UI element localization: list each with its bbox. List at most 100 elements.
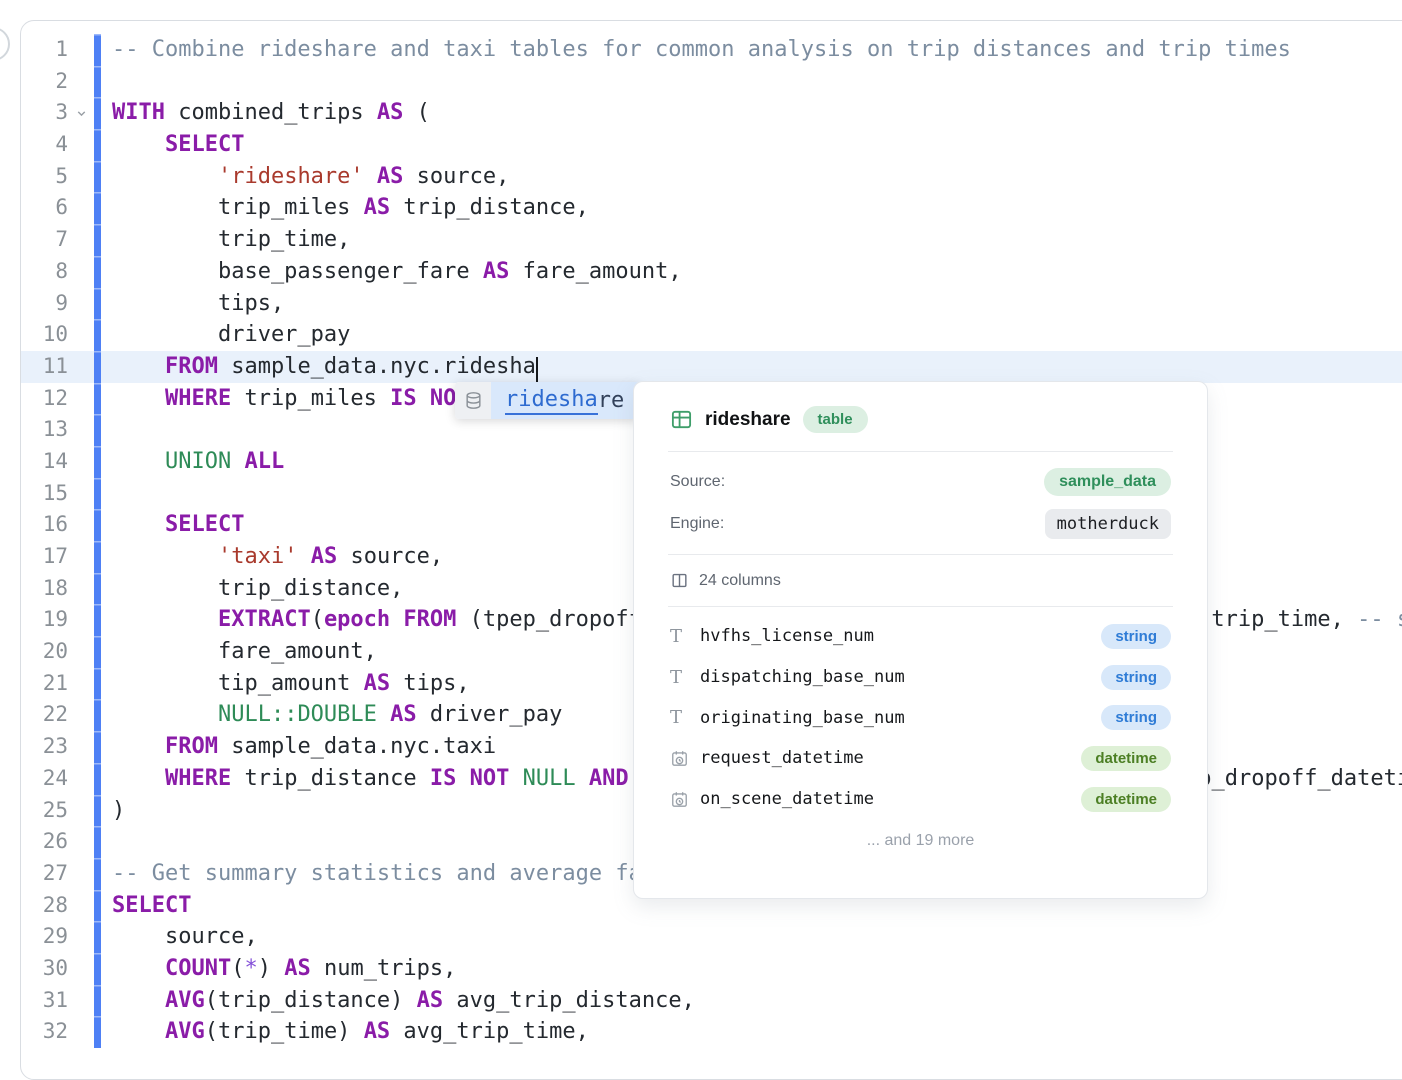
column-row: Thvfhs_license_numstring (670, 616, 1171, 657)
fold-gutter (68, 414, 94, 446)
column-type-badge: string (1101, 705, 1171, 730)
change-indicator-bar (94, 636, 101, 668)
fold-gutter (68, 985, 94, 1017)
change-indicator-bar (94, 731, 101, 763)
fold-gutter (68, 921, 94, 953)
change-indicator-bar (94, 985, 101, 1017)
fold-gutter (68, 573, 94, 605)
fold-gutter (68, 256, 94, 288)
text-type-icon: T (670, 626, 700, 647)
change-indicator-bar (94, 446, 101, 478)
code-text[interactable]: trip_time, (101, 224, 1402, 256)
fold-gutter (68, 604, 94, 636)
fold-gutter (68, 161, 94, 193)
autocomplete-matched-text: ridesha (505, 387, 598, 415)
line-number: 17 (21, 541, 68, 573)
line-number: 7 (21, 224, 68, 256)
line-number: 31 (21, 985, 68, 1017)
line-number: 15 (21, 478, 68, 510)
line-number: 24 (21, 763, 68, 795)
fold-gutter (68, 826, 94, 858)
code-text[interactable]: base_passenger_fare AS fare_amount, (101, 256, 1402, 288)
code-line-5[interactable]: 5 'rideshare' AS source, (21, 161, 1402, 193)
change-indicator-bar (94, 256, 101, 288)
fold-gutter (68, 446, 94, 478)
fold-gutter (68, 509, 94, 541)
text-type-icon: T (670, 707, 700, 728)
calendar-clock-icon (670, 790, 700, 809)
engine-label: Engine: (670, 515, 724, 533)
code-line-30[interactable]: 30 COUNT(*) AS num_trips, (21, 953, 1402, 985)
code-line-9[interactable]: 9 tips, (21, 288, 1402, 320)
code-line-31[interactable]: 31 AVG(trip_distance) AS avg_trip_distan… (21, 985, 1402, 1017)
fold-gutter (68, 953, 94, 985)
code-text[interactable]: 'rideshare' AS source, (101, 161, 1402, 193)
fold-gutter (68, 731, 94, 763)
line-number: 8 (21, 256, 68, 288)
calendar-clock-icon (670, 749, 700, 768)
code-line-7[interactable]: 7 trip_time, (21, 224, 1402, 256)
line-number: 1 (21, 34, 68, 66)
source-value-badge: sample_data (1044, 468, 1171, 496)
code-line-4[interactable]: 4 SELECT (21, 129, 1402, 161)
columns-count-row: 24 columns (634, 555, 1207, 606)
code-text[interactable]: WITH combined_trips AS ( (101, 97, 1402, 129)
code-text[interactable]: SELECT (101, 129, 1402, 161)
code-text[interactable]: AVG(trip_distance) AS avg_trip_distance, (101, 985, 1402, 1017)
change-indicator-bar (94, 319, 101, 351)
fold-gutter (68, 224, 94, 256)
code-text[interactable]: FROM sample_data.nyc.ridesha (101, 351, 1402, 383)
code-text[interactable]: COUNT(*) AS num_trips, (101, 953, 1402, 985)
change-indicator-bar (94, 383, 101, 415)
columns-count-label: 24 columns (699, 572, 781, 590)
fold-gutter (68, 1016, 94, 1048)
column-row: Toriginating_base_numstring (670, 697, 1171, 738)
line-number: 16 (21, 509, 68, 541)
code-line-8[interactable]: 8 base_passenger_fare AS fare_amount, (21, 256, 1402, 288)
source-row: Source: sample_data (670, 461, 1171, 503)
line-number: 30 (21, 953, 68, 985)
line-number: 27 (21, 858, 68, 890)
change-indicator-bar (94, 890, 101, 922)
change-indicator-bar (94, 509, 101, 541)
code-line-10[interactable]: 10 driver_pay (21, 319, 1402, 351)
autocomplete-popup[interactable]: rideshare (455, 382, 640, 419)
column-type-badge: datetime (1081, 746, 1171, 771)
code-text[interactable]: -- Combine rideshare and taxi tables for… (101, 34, 1402, 66)
change-indicator-bar (94, 161, 101, 193)
code-text[interactable]: trip_miles AS trip_distance, (101, 192, 1402, 224)
chevron-down-icon[interactable] (68, 97, 94, 129)
code-line-3[interactable]: 3WITH combined_trips AS ( (21, 97, 1402, 129)
autocomplete-item-rideshare[interactable]: rideshare (491, 382, 640, 419)
change-indicator-bar (94, 414, 101, 446)
code-line-11[interactable]: 11 FROM sample_data.nyc.ridesha (21, 351, 1402, 383)
code-line-1[interactable]: 1 -- Combine rideshare and taxi tables fo… (21, 34, 1402, 66)
change-indicator-bar (94, 66, 101, 98)
code-line-29[interactable]: 29 source, (21, 921, 1402, 953)
line-number: 4 (21, 129, 68, 161)
code-line-2[interactable]: 2 (21, 66, 1402, 98)
line-number: 9 (21, 288, 68, 320)
code-text[interactable]: tips, (101, 288, 1402, 320)
floating-button-partial[interactable] (0, 27, 10, 61)
code-text[interactable]: AVG(trip_time) AS avg_trip_time, (101, 1016, 1402, 1048)
column-name: originating_base_num (700, 708, 1101, 728)
code-text[interactable] (101, 66, 1402, 98)
change-indicator-bar (94, 795, 101, 827)
line-number: 12 (21, 383, 68, 415)
code-line-6[interactable]: 6 trip_miles AS trip_distance, (21, 192, 1402, 224)
line-number: 23 (21, 731, 68, 763)
line-number: 6 (21, 192, 68, 224)
fold-gutter (68, 763, 94, 795)
change-indicator-bar (94, 858, 101, 890)
table-icon (670, 408, 693, 431)
fold-gutter (68, 699, 94, 731)
change-indicator-bar (94, 129, 101, 161)
change-indicator-bar (94, 97, 101, 129)
code-line-32[interactable]: 32 AVG(trip_time) AS avg_trip_time, (21, 1016, 1402, 1048)
code-text[interactable]: driver_pay (101, 319, 1402, 351)
line-number: 21 (21, 668, 68, 700)
code-text[interactable]: source, (101, 921, 1402, 953)
fold-gutter (68, 858, 94, 890)
change-indicator-bar (94, 34, 101, 66)
